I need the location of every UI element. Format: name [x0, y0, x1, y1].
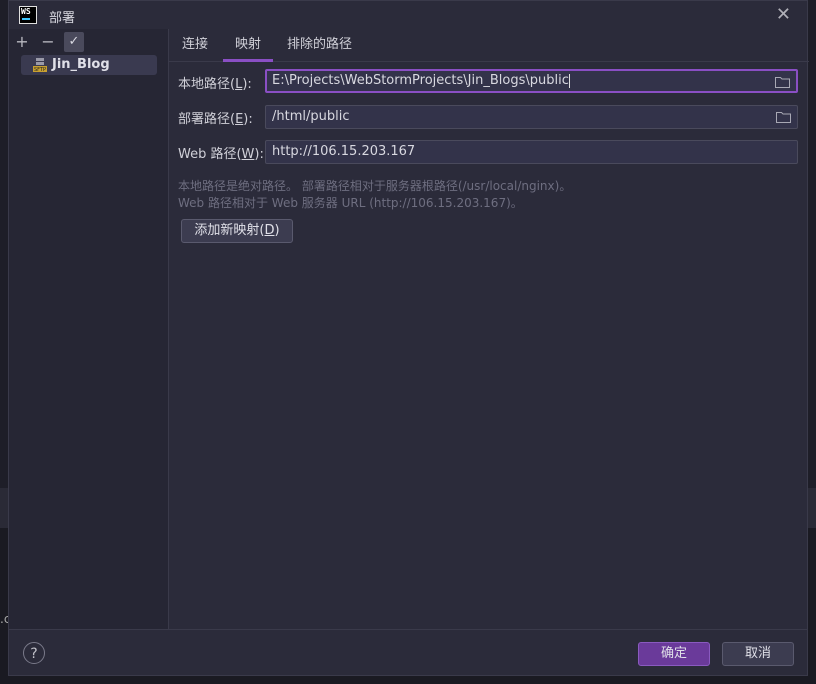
help-icon[interactable]: ?	[23, 642, 45, 664]
web-path-label: Web 路径(W):	[178, 147, 264, 162]
tab-excluded-paths[interactable]: 排除的路径	[287, 29, 352, 61]
set-default-button[interactable]: ✓	[64, 32, 84, 52]
deployment-path-input[interactable]: /html/public	[265, 105, 798, 129]
deployment-dialog: WS 部署 ✕ + − ✓ SFTP Jin_Blog 连接 映射 排除的路径 …	[8, 0, 809, 677]
title-bar: WS 部署 ✕	[9, 1, 807, 29]
deployment-path-value: /html/public	[272, 109, 350, 124]
add-server-button[interactable]: +	[12, 32, 32, 52]
web-path-input[interactable]: http://106.15.203.167	[265, 140, 798, 164]
tab-connection[interactable]: 连接	[182, 29, 208, 61]
add-new-mapping-button[interactable]: 添加新映射(D)	[181, 219, 293, 243]
server-name: Jin_Blog	[52, 57, 110, 72]
app-icon-text: WS	[21, 7, 31, 16]
sftp-icon: SFTP	[33, 58, 47, 72]
tab-bar: 连接 映射 排除的路径	[169, 29, 809, 62]
local-path-value: E:\Projects\WebStormProjects\Jin_Blogs\p…	[272, 73, 569, 88]
dialog-title: 部署	[49, 11, 76, 26]
text-caret	[568, 73, 570, 88]
deployment-path-label: 部署路径(E):	[178, 112, 253, 127]
folder-icon[interactable]	[776, 111, 791, 123]
hint-line-2: Web 路径相对于 Web 服务器 URL (http://106.15.203…	[178, 196, 523, 210]
server-list-pane: + − ✓ SFTP Jin_Blog	[9, 29, 169, 629]
webstorm-app-icon: WS	[19, 6, 37, 24]
web-path-value: http://106.15.203.167	[272, 144, 416, 159]
ok-button[interactable]: 确定	[638, 642, 710, 666]
hint-line-1: 本地路径是绝对路径。 部署路径相对于服务器根路径(/usr/local/ngin…	[178, 179, 572, 193]
dialog-footer: ? 确定 取消	[9, 629, 807, 677]
local-path-label: 本地路径(L):	[178, 77, 252, 92]
tab-mappings[interactable]: 映射	[222, 29, 274, 62]
cancel-button[interactable]: 取消	[722, 642, 794, 666]
close-icon[interactable]: ✕	[776, 4, 791, 25]
server-item-jin-blog[interactable]: SFTP Jin_Blog	[21, 55, 157, 75]
remove-server-button[interactable]: −	[38, 32, 58, 52]
local-path-input[interactable]: E:\Projects\WebStormProjects\Jin_Blogs\p…	[265, 69, 798, 93]
svg-text:SFTP: SFTP	[34, 67, 46, 72]
folder-icon[interactable]	[775, 76, 790, 88]
